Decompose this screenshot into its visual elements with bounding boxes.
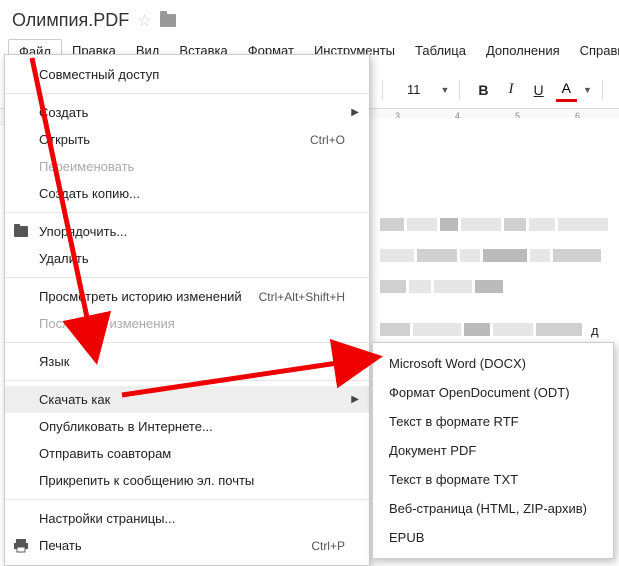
chevron-right-icon: ▶ bbox=[351, 107, 359, 118]
menu-make-copy[interactable]: Создать копию... bbox=[5, 180, 369, 207]
menu-separator bbox=[5, 342, 369, 343]
menu-label: Опубликовать в Интернете... bbox=[39, 419, 213, 434]
menu-language[interactable]: Язык ▶ bbox=[5, 348, 369, 375]
menu-create[interactable]: Создать ▶ bbox=[5, 99, 369, 126]
shortcut: Ctrl+O bbox=[310, 133, 345, 147]
menu-share[interactable]: Совместный доступ bbox=[5, 61, 369, 88]
underline-button[interactable]: U bbox=[526, 78, 552, 102]
download-html[interactable]: Веб-страница (HTML, ZIP-архив) bbox=[373, 494, 613, 523]
download-txt[interactable]: Текст в формате TXT bbox=[373, 465, 613, 494]
menu-addons[interactable]: Дополнения bbox=[476, 39, 570, 64]
menu-separator bbox=[5, 212, 369, 213]
menu-label: Скачать как bbox=[39, 392, 110, 407]
menu-open[interactable]: Открыть Ctrl+O bbox=[5, 126, 369, 153]
font-size[interactable]: 11 bbox=[393, 80, 435, 99]
toolbar-separator bbox=[602, 80, 603, 100]
menu-revision-history[interactable]: Просмотреть историю изменений Ctrl+Alt+Sh… bbox=[5, 283, 369, 310]
italic-button[interactable]: I bbox=[501, 77, 522, 102]
menu-label: Упорядочить... bbox=[39, 224, 127, 239]
chevron-down-icon[interactable]: ▼ bbox=[439, 85, 450, 95]
menu-email-collaborators[interactable]: Отправить соавторам bbox=[5, 440, 369, 467]
print-icon bbox=[13, 538, 29, 554]
doc-text: д bbox=[591, 323, 599, 338]
menu-label: Настройки страницы... bbox=[39, 511, 175, 526]
text-color-button[interactable]: A bbox=[556, 77, 577, 102]
menu-rename: Переименовать bbox=[5, 153, 369, 180]
menu-organize[interactable]: Упорядочить... bbox=[5, 218, 369, 245]
menu-label: Создать копию... bbox=[39, 186, 140, 201]
download-pdf[interactable]: Документ PDF bbox=[373, 436, 613, 465]
toolbar-separator bbox=[382, 80, 383, 100]
menu-separator bbox=[5, 93, 369, 94]
chevron-down-icon[interactable]: ▼ bbox=[581, 85, 592, 95]
download-submenu: Microsoft Word (DOCX) Формат OpenDocumen… bbox=[372, 342, 614, 559]
menu-help[interactable]: Справка bbox=[570, 39, 619, 64]
menu-label: Последние изменения bbox=[39, 316, 175, 331]
chevron-right-icon: ▶ bbox=[351, 394, 359, 405]
folder-icon[interactable] bbox=[160, 14, 176, 27]
menu-email-attachment[interactable]: Прикрепить к сообщению эл. почты bbox=[5, 467, 369, 494]
menu-label: Язык bbox=[39, 354, 69, 369]
chevron-right-icon: ▶ bbox=[351, 356, 359, 367]
menu-label: Переименовать bbox=[39, 159, 134, 174]
star-icon[interactable]: ☆ bbox=[137, 11, 151, 31]
download-odt[interactable]: Формат OpenDocument (ODT) bbox=[373, 378, 613, 407]
menu-page-setup[interactable]: Настройки страницы... bbox=[5, 505, 369, 532]
menu-separator bbox=[5, 380, 369, 381]
download-docx[interactable]: Microsoft Word (DOCX) bbox=[373, 349, 613, 378]
menu-label: Просмотреть историю изменений bbox=[39, 289, 242, 304]
menu-separator bbox=[5, 499, 369, 500]
file-dropdown: Совместный доступ Создать ▶ Открыть Ctrl+O… bbox=[4, 54, 370, 566]
menu-recent-changes: Последние изменения bbox=[5, 310, 369, 337]
menu-download-as[interactable]: Скачать как ▶ bbox=[5, 386, 369, 413]
menu-label: Открыть bbox=[39, 132, 90, 147]
shortcut: Ctrl+P bbox=[311, 539, 345, 553]
document-title[interactable]: Олимпия.PDF bbox=[12, 10, 129, 31]
folder-icon bbox=[13, 224, 29, 240]
menu-label: Удалить bbox=[39, 251, 89, 266]
menu-delete[interactable]: Удалить bbox=[5, 245, 369, 272]
download-rtf[interactable]: Текст в формате RTF bbox=[373, 407, 613, 436]
bold-button[interactable]: B bbox=[470, 78, 496, 102]
menu-publish[interactable]: Опубликовать в Интернете... bbox=[5, 413, 369, 440]
menu-label: Прикрепить к сообщению эл. почты bbox=[39, 473, 254, 488]
menu-label: Печать bbox=[39, 538, 82, 553]
menu-separator bbox=[5, 277, 369, 278]
download-epub[interactable]: EPUB bbox=[373, 523, 613, 552]
shortcut: Ctrl+Alt+Shift+H bbox=[259, 290, 345, 304]
menu-label: Создать bbox=[39, 105, 88, 120]
menu-label: Совместный доступ bbox=[39, 67, 159, 82]
menu-label: Отправить соавторам bbox=[39, 446, 171, 461]
menu-table[interactable]: Таблица bbox=[405, 39, 476, 64]
toolbar-separator bbox=[459, 80, 460, 100]
